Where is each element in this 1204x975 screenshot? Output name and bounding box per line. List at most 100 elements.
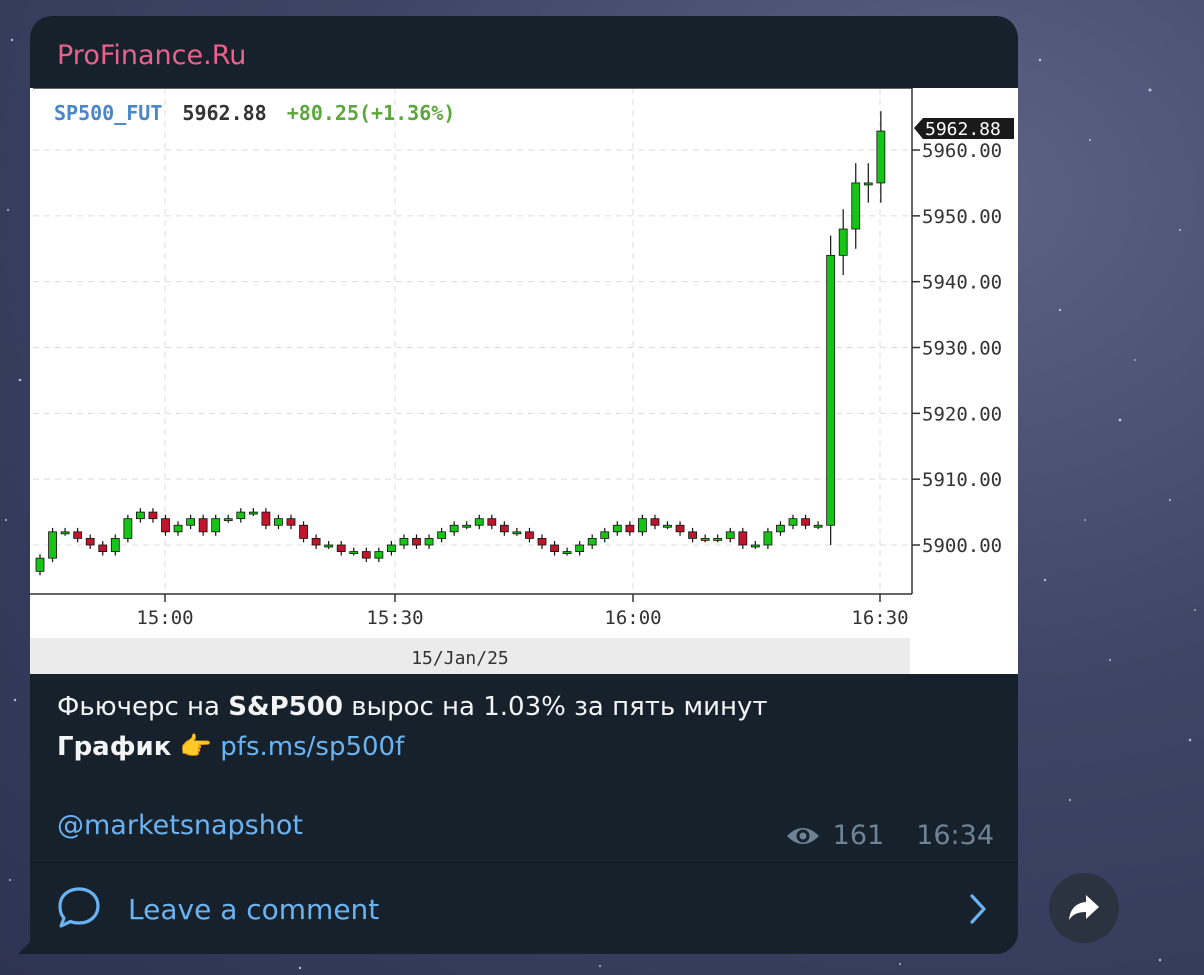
- chevron-right-icon: [970, 894, 986, 924]
- candle-body: [399, 538, 409, 546]
- message-text: Фьючерс на: [57, 692, 229, 722]
- last-price-tag: 5962.88: [914, 118, 1014, 140]
- candle-body: [725, 531, 735, 539]
- candle-body: [537, 538, 547, 546]
- candle-body: [324, 544, 334, 548]
- candle-body: [424, 538, 434, 546]
- candle-body: [374, 551, 384, 559]
- candlestick-chart: 5900.00 5910.00 5920.00 5930.00 5940.00 5950.…: [30, 88, 1018, 674]
- candle-body: [675, 524, 685, 533]
- candle-body: [462, 524, 472, 528]
- candle-body: [186, 518, 196, 526]
- comment-bubble-icon: [58, 887, 100, 928]
- candle-body: [713, 538, 723, 541]
- candle-body: [336, 544, 346, 552]
- chart-symbol: SP500_FUT: [54, 101, 162, 125]
- message-bold-ticker: S&P500: [228, 692, 343, 722]
- candle-body: [437, 531, 447, 539]
- candle-body: [487, 518, 497, 526]
- candle-body: [863, 182, 873, 186]
- candle-body: [286, 518, 296, 526]
- svg-text:SP500_FUT 5962.88: SP500_FUT 5962.88 +80.25(+1.36%): [54, 101, 455, 125]
- candle-body: [148, 511, 158, 520]
- candle-body: [788, 518, 798, 526]
- candle-body: [562, 551, 572, 554]
- candle-body: [525, 531, 534, 539]
- y-tick-label: 5960.00: [922, 140, 1002, 162]
- candle-body: [261, 511, 271, 526]
- candle-body: [575, 544, 585, 552]
- candle-body: [449, 524, 459, 533]
- leave-comment-label: Leave a comment: [128, 893, 380, 926]
- candle-body: [587, 538, 597, 546]
- candle-body: [813, 524, 823, 528]
- x-tick-label: 16:30: [851, 607, 908, 629]
- candle-body: [386, 544, 396, 552]
- message-time: 16:34: [916, 820, 994, 851]
- channel-handle-link[interactable]: @marketsnapshot: [57, 810, 303, 841]
- candle-body: [851, 182, 861, 230]
- candle-body: [161, 518, 170, 533]
- candle-body: [663, 524, 672, 528]
- candle-body: [236, 511, 246, 520]
- chart-price: 5962.88: [182, 101, 266, 125]
- last-price-label: 5962.88: [925, 119, 1001, 140]
- chart-label: График: [57, 732, 172, 762]
- candle-body: [123, 518, 133, 539]
- candle-body: [248, 511, 258, 515]
- candle-body: [349, 551, 359, 554]
- candle-body: [625, 524, 635, 533]
- candle-body: [612, 524, 622, 533]
- y-tick-label: 5950.00: [922, 206, 1002, 228]
- candle-body: [48, 531, 57, 559]
- candle-body: [35, 557, 45, 572]
- candle-body: [512, 531, 522, 535]
- candle-body: [98, 544, 108, 552]
- share-arrow-icon: [1069, 895, 1099, 920]
- y-tick-label: 5920.00: [922, 403, 1002, 425]
- candle-body: [801, 518, 810, 526]
- x-tick-label: 15:30: [366, 607, 423, 629]
- chart-link[interactable]: pfs.ms/sp500f: [220, 732, 404, 762]
- chart-change: +80.25(+1.36%): [287, 101, 456, 125]
- y-tick-label: 5940.00: [922, 272, 1002, 294]
- candle-body: [474, 518, 484, 526]
- candle-body: [110, 538, 120, 552]
- leave-comment-button[interactable]: Leave a comment: [30, 863, 1018, 954]
- candle-body: [600, 531, 610, 539]
- candle-body: [638, 518, 647, 533]
- message-bubble: ProFinance.Ru 5900.00 5910.00 5920.00 5930.…: [30, 16, 1018, 954]
- message-text-rest: вырос на 1.03% за пять минут: [342, 692, 768, 722]
- pointing-hand-icon: 👉: [179, 732, 213, 762]
- candle-body: [838, 228, 848, 256]
- candle-body: [85, 538, 95, 546]
- candle-body: [700, 538, 710, 541]
- candle-body: [776, 524, 785, 533]
- message-line-1: Фьючерс на S&P500 вырос на 1.03% за пять…: [57, 692, 768, 722]
- candle-body: [223, 518, 233, 522]
- candle-body: [826, 254, 836, 526]
- candle-body: [299, 524, 308, 539]
- x-tick-label: 15:00: [136, 607, 193, 629]
- channel-name[interactable]: ProFinance.Ru: [57, 40, 246, 71]
- candle-body: [499, 524, 509, 533]
- message-line-2: График 👉 pfs.ms/sp500f: [57, 732, 404, 762]
- eye-icon: [786, 827, 819, 844]
- candle-body: [136, 511, 145, 520]
- message-meta: 161 16:34: [785, 820, 994, 851]
- x-tick-label: 16:00: [604, 607, 661, 629]
- view-count: 161: [832, 820, 885, 851]
- candle-body: [763, 531, 773, 546]
- candle-body: [688, 531, 697, 539]
- y-tick-label: 5930.00: [922, 338, 1002, 360]
- y-tick-label: 5900.00: [922, 535, 1002, 557]
- candle-body: [738, 531, 748, 546]
- candle-body: [311, 538, 321, 546]
- candle-body: [73, 531, 83, 539]
- y-tick-label: 5910.00: [922, 469, 1002, 491]
- share-button[interactable]: [1049, 873, 1119, 943]
- candle-body: [198, 518, 208, 533]
- candle-body: [211, 518, 221, 533]
- candle-body: [412, 538, 421, 546]
- chart-image[interactable]: 5900.00 5910.00 5920.00 5930.00 5940.00 5950.…: [30, 88, 1018, 674]
